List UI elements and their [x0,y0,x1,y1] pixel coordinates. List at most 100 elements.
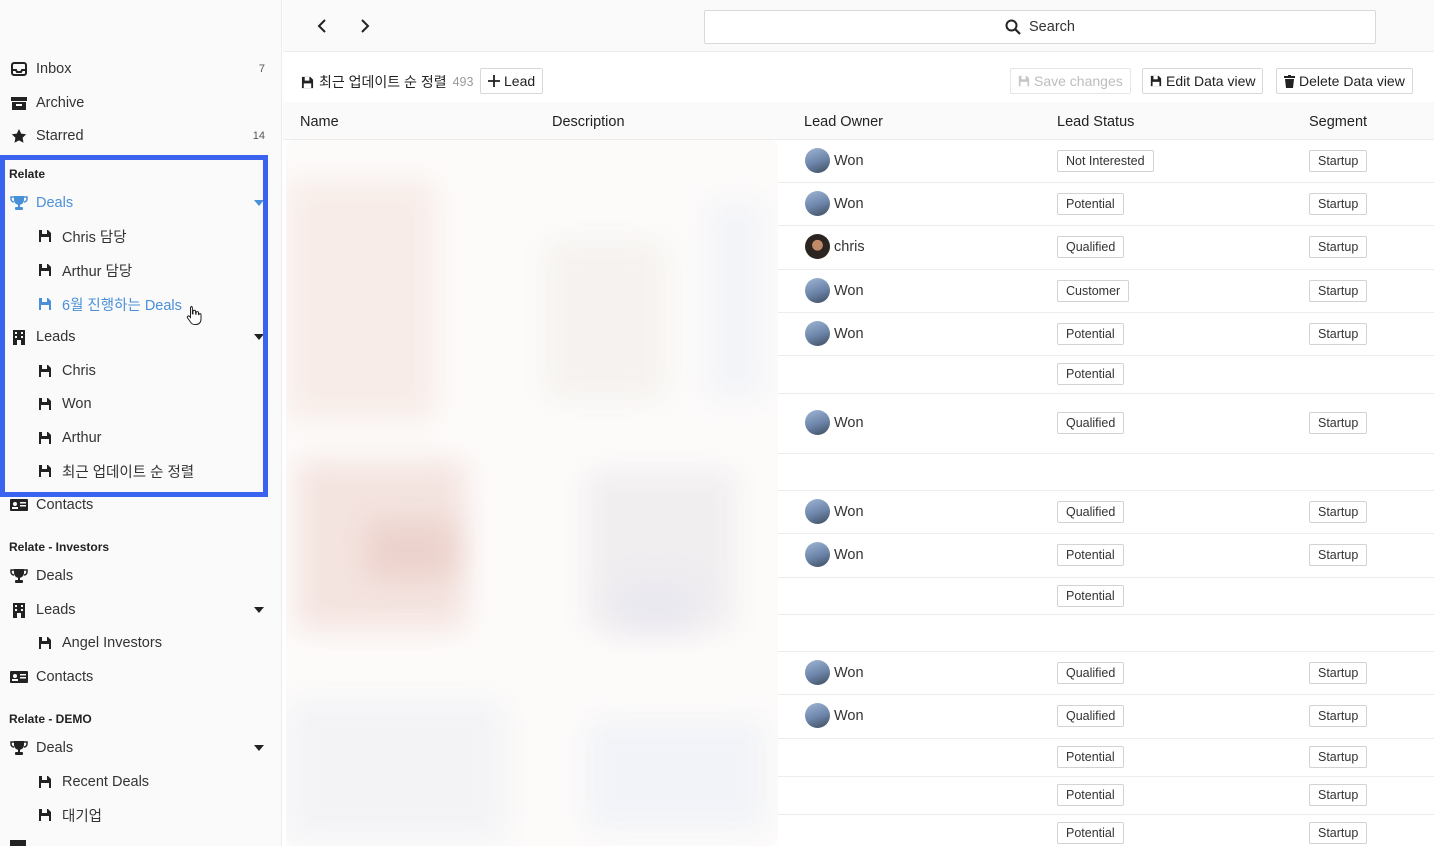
lead-status-tag[interactable]: Potential [1057,544,1124,566]
sidebar-item-deals-view[interactable]: Recent Deals [0,767,281,797]
table-row[interactable]: Won Not Interested Startup [778,140,1434,183]
add-lead-label: Lead [504,73,536,89]
sidebar-item-demo-deals[interactable]: Deals [0,733,281,763]
lead-status-tag[interactable]: Potential [1057,193,1124,215]
column-header-description[interactable]: Description [552,114,625,130]
sidebar-item-investors-deals[interactable]: Deals [0,561,281,591]
table-row[interactable]: Won Potential Startup [778,183,1434,226]
table-row[interactable]: Won Potential Startup [778,534,1434,578]
chevron-down-icon[interactable] [254,334,264,340]
segment-tag[interactable]: Startup [1309,746,1368,768]
lead-status-tag[interactable]: Potential [1057,746,1124,768]
lead-status-tag[interactable]: Potential [1057,323,1124,345]
lead-status-tag[interactable]: Qualified [1057,412,1125,434]
table-row[interactable]: Potential [778,578,1434,615]
sidebar-item-starred[interactable]: Starred 14 [0,121,281,151]
lead-owner-cell[interactable]: Won [805,542,864,567]
sidebar-item-deals-view[interactable]: Chris 담당 [0,221,281,251]
chevron-down-icon[interactable] [254,607,264,613]
lead-status-tag[interactable]: Potential [1057,784,1124,806]
segment-tag[interactable]: Startup [1309,662,1368,684]
table-row[interactable] [778,615,1434,652]
lead-status-tag[interactable]: Qualified [1057,662,1125,684]
lead-owner-cell[interactable]: Won [805,703,864,728]
back-button[interactable] [311,14,333,38]
lead-owner-cell[interactable]: Won [805,410,864,435]
sidebar-item-deals-view[interactable]: Arthur 담당 [0,255,281,285]
lead-status-tag[interactable]: Customer [1057,280,1130,302]
table-row[interactable]: Potential Startup [778,815,1434,846]
sidebar-item-archive[interactable]: Archive [0,88,281,118]
chevron-down-icon[interactable] [254,200,264,206]
sidebar-item-leads-view[interactable]: 최근 업데이트 순 정렬 [0,456,281,486]
save-changes-button[interactable]: Save changes [1010,68,1131,94]
lead-owner-cell[interactable]: Won [805,321,864,346]
segment-tag[interactable]: Startup [1309,822,1368,844]
lead-status-tag[interactable]: Qualified [1057,501,1125,523]
lead-owner-cell[interactable]: Won [805,499,864,524]
lead-status-tag[interactable]: Potential [1057,585,1124,607]
table-row[interactable]: Won Potential Startup [778,313,1434,356]
sidebar-item-relate-deals[interactable]: Deals [0,188,281,218]
table-row[interactable]: Won Customer Startup [778,270,1434,313]
table-row[interactable]: Potential [778,356,1434,394]
lead-status-tag[interactable]: Potential [1057,822,1124,844]
column-header-lead-owner[interactable]: Lead Owner [804,114,883,130]
sidebar-item-leads-view[interactable]: Angel Investors [0,628,281,658]
search-input[interactable]: Search [704,10,1376,44]
segment-tag[interactable]: Startup [1309,323,1368,345]
sidebar-item-relate-contacts[interactable]: Contacts [0,490,281,520]
segment-tag[interactable]: Startup [1309,544,1368,566]
sidebar-item-deals-view[interactable]: 대기업 [0,800,281,830]
chevron-down-icon[interactable] [254,745,264,751]
table-row[interactable]: chris Qualified Startup [778,226,1434,270]
sidebar-item-label: 최근 업데이트 순 정렬 [62,464,195,481]
lead-status-tag[interactable]: Potential [1057,363,1124,385]
sidebar-item-leads-view[interactable]: Won [0,389,281,419]
lead-owner-cell[interactable]: Won [805,191,864,216]
lead-owner-cell[interactable]: chris [805,234,865,259]
delete-data-view-button[interactable]: Delete Data view [1276,68,1413,94]
segment-tag[interactable]: Startup [1309,501,1368,523]
sidebar-item-inbox[interactable]: Inbox 7 [0,54,281,84]
sidebar-item-deals-view-active[interactable]: 6월 진행하는 Deals [0,289,281,319]
table-row[interactable]: Potential Startup [778,739,1434,777]
edit-data-view-button[interactable]: Edit Data view [1142,68,1264,94]
lead-owner-cell[interactable]: Won [805,660,864,685]
segment-tag[interactable]: Startup [1309,150,1368,172]
segment-tag[interactable]: Startup [1309,236,1368,258]
lead-status-tag[interactable]: Qualified [1057,236,1125,258]
segment-tag[interactable]: Startup [1309,412,1368,434]
table-row[interactable] [778,454,1434,491]
table-row[interactable]: Potential Startup [778,777,1434,815]
lead-owner-cell[interactable]: Won [805,278,864,303]
lead-owner-cell[interactable]: Won [805,148,864,173]
sidebar-item-investors-contacts[interactable]: Contacts [0,662,281,692]
add-lead-button[interactable]: Lead [480,68,544,94]
segment-tag[interactable]: Startup [1309,280,1368,302]
sidebar-item-leads-view[interactable]: Chris [0,356,281,386]
column-header-segment[interactable]: Segment [1309,114,1367,130]
table-row[interactable]: Won Qualified Startup [778,491,1434,534]
lead-status-tag[interactable]: Not Interested [1057,150,1154,172]
table-row[interactable]: Won Qualified Startup [778,695,1434,739]
chevron-left-icon [317,19,326,33]
archive-icon [10,95,28,111]
segment-tag[interactable]: Startup [1309,705,1368,727]
forward-button[interactable] [354,14,376,38]
table-row[interactable]: Won Qualified Startup [778,394,1434,454]
column-header-lead-status[interactable]: Lead Status [1057,114,1134,130]
sidebar-item-relate-leads[interactable]: Leads [0,322,281,352]
plus-icon [488,75,500,87]
avatar [805,542,830,567]
contact-card-icon [10,669,28,685]
sidebar-item-leads-view[interactable]: Arthur [0,423,281,453]
column-header-name[interactable]: Name [300,114,339,130]
sidebar-item-investors-leads[interactable]: Leads [0,595,281,625]
table-row[interactable]: Won Qualified Startup [778,652,1434,695]
segment-tag[interactable]: Startup [1309,784,1368,806]
segment-tag[interactable]: Startup [1309,193,1368,215]
redacted-content-area [286,140,778,846]
top-bar: Search [283,0,1434,52]
lead-status-tag[interactable]: Qualified [1057,705,1125,727]
